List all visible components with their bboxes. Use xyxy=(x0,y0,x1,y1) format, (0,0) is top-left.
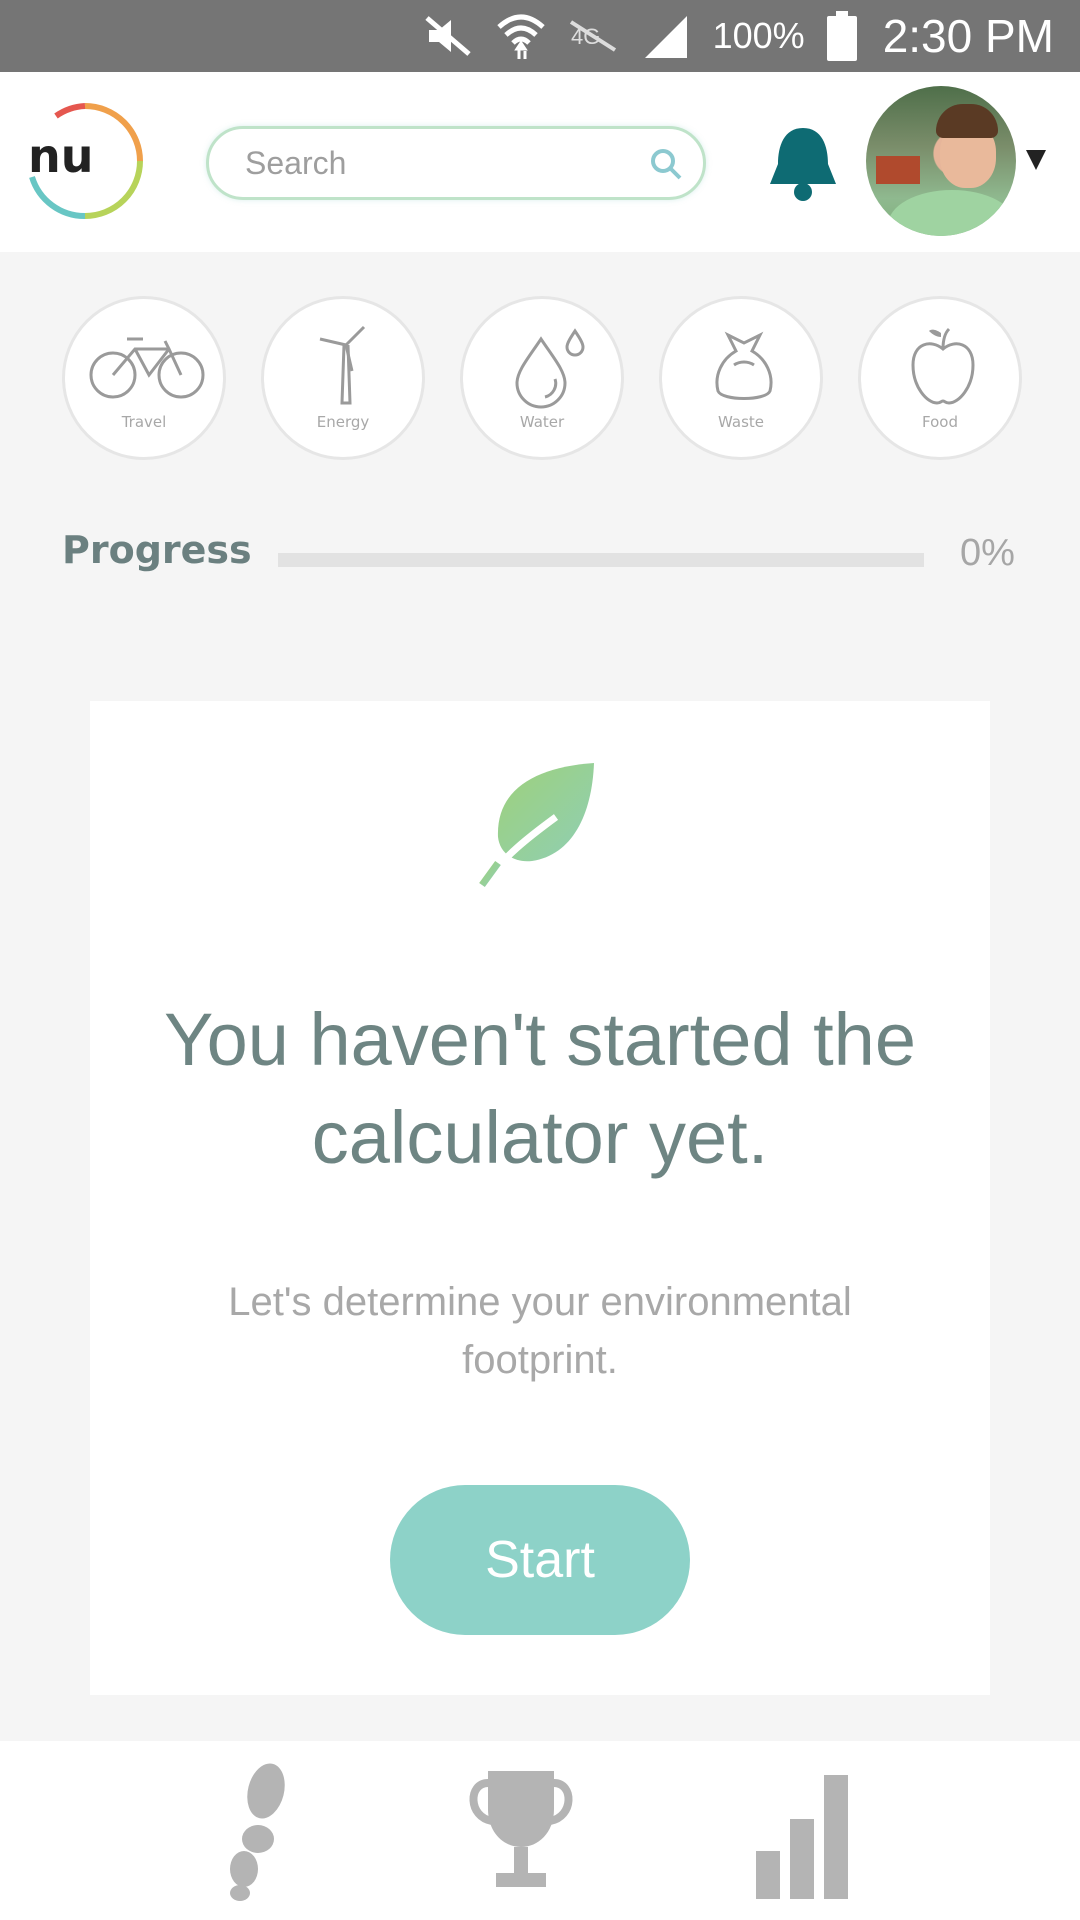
category-label: Energy xyxy=(316,413,370,431)
category-row: Travel Energy Water Waste Food xyxy=(0,296,1080,462)
bell-icon[interactable] xyxy=(764,124,842,204)
wind-turbine-icon xyxy=(319,325,366,405)
caret-down-icon[interactable] xyxy=(1026,150,1046,170)
lte-off-icon: 4G xyxy=(569,16,619,56)
card-title: You haven't started the calculator yet. xyxy=(164,998,916,1179)
signal-icon xyxy=(641,12,691,60)
category-food[interactable]: Food xyxy=(858,296,1022,460)
calculator-card: You haven't started the calculator yet. … xyxy=(90,701,990,1695)
category-water[interactable]: Water xyxy=(460,296,624,460)
progress-label: Progress xyxy=(62,528,252,572)
category-label: Travel xyxy=(121,413,167,431)
search-input[interactable] xyxy=(245,141,625,185)
leaf-icon xyxy=(476,759,606,893)
bicycle-icon xyxy=(89,337,205,399)
trash-bag-icon xyxy=(715,331,773,400)
category-travel[interactable]: Travel xyxy=(62,296,226,460)
clock: 2:30 PM xyxy=(882,10,1054,62)
bottom-nav xyxy=(0,1741,1080,1920)
wifi-icon xyxy=(495,11,547,61)
app-header: nu xyxy=(0,72,1080,252)
search-bar[interactable] xyxy=(206,126,706,200)
progress-percent: 0% xyxy=(960,532,1015,574)
avatar[interactable] xyxy=(866,86,1016,236)
battery-icon xyxy=(826,11,857,61)
category-label: Water xyxy=(519,413,565,431)
mute-icon xyxy=(423,14,473,58)
category-energy[interactable]: Energy xyxy=(261,296,425,460)
status-bar: 4G 100% 2:30 PM xyxy=(0,0,1080,72)
trophy-icon[interactable] xyxy=(466,1763,576,1903)
footprint-icon[interactable] xyxy=(220,1763,300,1903)
category-label: Waste xyxy=(718,413,764,431)
start-button[interactable]: Start xyxy=(390,1485,690,1635)
search-icon[interactable] xyxy=(649,147,683,185)
water-drop-icon xyxy=(515,328,585,409)
logo-text: nu xyxy=(28,129,94,183)
apple-icon xyxy=(911,327,975,405)
category-waste[interactable]: Waste xyxy=(659,296,823,460)
progress-bar xyxy=(278,553,924,567)
category-label: Food xyxy=(922,413,958,431)
battery-percent: 100% xyxy=(712,15,805,56)
bar-chart-icon[interactable] xyxy=(754,1763,854,1903)
card-subtitle: Let's determine your environmental footp… xyxy=(228,1280,852,1382)
app-logo[interactable]: nu xyxy=(26,102,144,220)
